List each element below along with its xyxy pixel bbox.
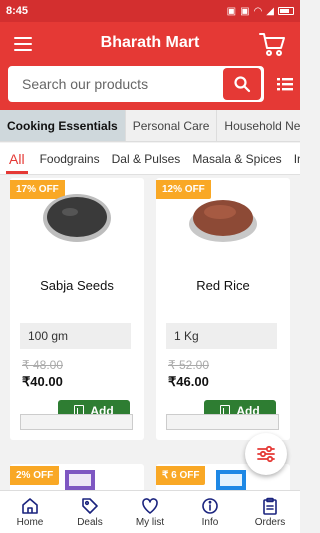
product-card[interactable]: 17% OFF Sabja Seeds 100 gm ₹ 48.00 ₹40.0… bbox=[10, 178, 144, 440]
product-name: Red Rice bbox=[196, 278, 250, 293]
nav-home[interactable]: Home bbox=[0, 491, 60, 533]
nav-info[interactable]: Info bbox=[180, 491, 240, 533]
cart-icon bbox=[259, 33, 285, 56]
product-price: ₹40.00 bbox=[22, 374, 63, 389]
nav-deals-label: Deals bbox=[77, 516, 103, 528]
product-mrp: ₹ 48.00 bbox=[22, 358, 63, 372]
nav-info-label: Info bbox=[201, 516, 219, 528]
product-card[interactable]: 12% OFF Red Rice 1 Kg ₹ 52.00 ₹46.00 Add bbox=[156, 178, 290, 440]
info-icon bbox=[202, 497, 218, 514]
card-footer bbox=[166, 414, 279, 430]
product-image bbox=[65, 470, 95, 490]
nav-home-label: Home bbox=[16, 516, 44, 528]
notification-icon: ▣ bbox=[226, 5, 237, 17]
nav-my-list[interactable]: My list bbox=[120, 491, 180, 533]
tab-cooking-essentials[interactable]: Cooking Essentials bbox=[0, 110, 126, 141]
product-image bbox=[189, 200, 257, 242]
nav-my-list-label: My list bbox=[135, 516, 165, 528]
notification-icon: ▣ bbox=[240, 5, 250, 17]
search-input[interactable] bbox=[9, 67, 223, 101]
discount-badge: ₹ 6 OFF bbox=[156, 466, 206, 485]
home-icon bbox=[22, 497, 38, 514]
filter-button[interactable] bbox=[245, 433, 287, 475]
nav-orders[interactable]: Orders bbox=[240, 491, 300, 533]
search-button[interactable] bbox=[223, 68, 261, 100]
status-time: 8:45 bbox=[6, 5, 29, 17]
signal-icon: ◢ bbox=[266, 5, 274, 17]
search-icon bbox=[234, 76, 251, 93]
card-footer bbox=[20, 414, 133, 430]
subtab-masala-spices[interactable]: Masala & Spices bbox=[186, 143, 287, 174]
category-tabs: Cooking Essentials Personal Care Househo… bbox=[0, 110, 300, 142]
clipboard-icon bbox=[263, 497, 277, 515]
product-image bbox=[43, 194, 111, 242]
bottom-navigation: Home Deals My list Info Orders bbox=[0, 490, 300, 533]
tab-household-needs[interactable]: Household Needs bbox=[217, 110, 300, 141]
subcategory-tabs: All Foodgrains Dal & Pulses Masala & Spi… bbox=[0, 143, 300, 175]
subtab-dal-pulses[interactable]: Dal & Pulses bbox=[106, 143, 187, 174]
product-price: ₹46.00 bbox=[168, 374, 209, 389]
product-image bbox=[216, 470, 246, 490]
heart-icon bbox=[142, 497, 158, 514]
tab-personal-care[interactable]: Personal Care bbox=[126, 110, 218, 141]
quantity-select[interactable]: 1 Kg bbox=[166, 323, 277, 349]
discount-badge: 2% OFF bbox=[10, 466, 60, 485]
search-bar bbox=[8, 66, 264, 102]
nav-orders-label: Orders bbox=[254, 516, 286, 528]
quantity-select[interactable]: 100 gm bbox=[20, 323, 131, 349]
cart-button[interactable] bbox=[258, 30, 286, 58]
subtab-foodgrains[interactable]: Foodgrains bbox=[34, 143, 106, 174]
list-view-button[interactable] bbox=[276, 75, 294, 93]
list-view-icon bbox=[277, 78, 293, 91]
wifi-icon: ◠ bbox=[253, 5, 263, 17]
product-card[interactable]: 2% OFF bbox=[10, 464, 144, 490]
app-title: Bharath Mart bbox=[100, 34, 200, 51]
subtab-all[interactable]: All bbox=[0, 143, 34, 174]
nav-deals[interactable]: Deals bbox=[60, 491, 120, 533]
tag-icon bbox=[82, 497, 98, 514]
status-icons: ▣ ▣ ◠ ◢ bbox=[227, 6, 294, 17]
product-name: Sabja Seeds bbox=[40, 278, 114, 293]
filter-sliders-icon bbox=[257, 445, 275, 463]
subtab-more[interactable]: Ins bbox=[288, 143, 300, 174]
status-bar: 8:45 ▣ ▣ ◠ ◢ bbox=[0, 0, 300, 22]
battery-icon bbox=[278, 7, 294, 15]
product-mrp: ₹ 52.00 bbox=[168, 358, 209, 372]
